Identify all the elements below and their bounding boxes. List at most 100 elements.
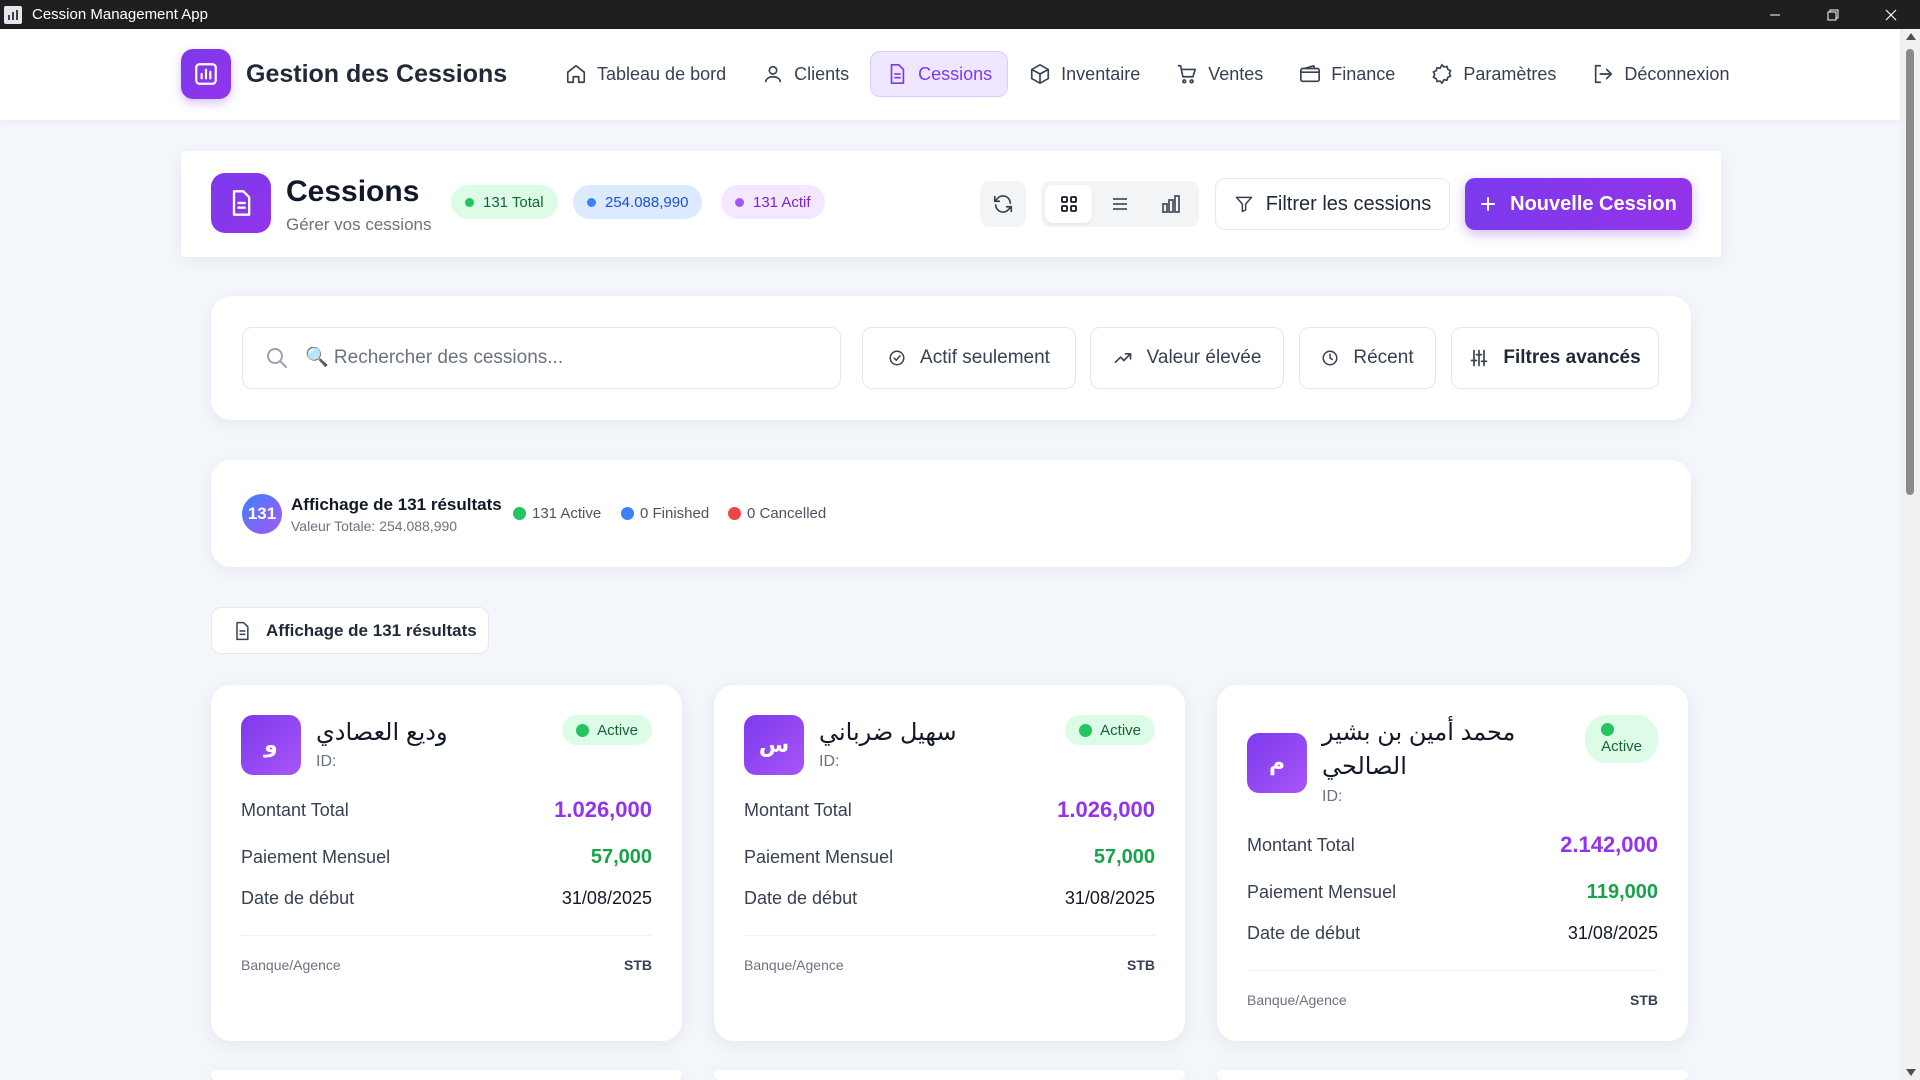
view-toggle-group (1041, 181, 1199, 227)
client-name-line2: الصالحي (1322, 753, 1407, 780)
active-badge: 131 Actif (721, 185, 825, 219)
nav-label: Ventes (1208, 63, 1264, 84)
bank-label: Banque/Agence (744, 957, 844, 973)
nav-item-clients[interactable]: Clients (747, 51, 864, 97)
window-title: Cession Management App (32, 6, 208, 23)
total-amount-value: 1.026,000 (554, 797, 652, 822)
monthly-payment-row: Paiement Mensuel 119,000 (1247, 881, 1658, 904)
nav-item-deconnexion[interactable]: Déconnexion (1577, 51, 1744, 97)
recent-filter[interactable]: Récent (1299, 327, 1436, 389)
total-amount-value: 2.142,000 (1560, 832, 1658, 857)
monthly-payment-label: Paiement Mensuel (1247, 882, 1397, 902)
nav-item-ventes[interactable]: Ventes (1161, 51, 1278, 97)
high-value-filter[interactable]: Valeur élevée (1090, 327, 1284, 389)
start-date-label: Date de début (1247, 923, 1361, 943)
nav-item-cessions[interactable]: Cessions (870, 51, 1009, 97)
search-input[interactable] (305, 347, 785, 369)
avatar: و (241, 715, 301, 775)
main-nav: Tableau de bord Clients Cessions Inventa… (550, 51, 1744, 97)
legend-active: 131 Active (513, 505, 601, 522)
scroll-down-arrow[interactable] (1906, 1069, 1916, 1076)
filter-label: Filtrer les cessions (1265, 192, 1432, 215)
start-date-label: Date de début (744, 888, 858, 908)
avatar: م (1247, 733, 1307, 793)
value-badge: 254.088,990 (573, 185, 703, 219)
nav-label: Cessions (918, 63, 993, 84)
plus-icon (1481, 197, 1496, 211)
list-view-button[interactable] (1096, 185, 1143, 223)
status-badge: Active (1065, 715, 1155, 745)
new-cession-label: Nouvelle Cession (1510, 192, 1677, 215)
clock-icon (1322, 350, 1338, 366)
nav-item-dashboard[interactable]: Tableau de bord (550, 51, 741, 97)
nav-label: Tableau de bord (597, 63, 727, 84)
divider (1247, 970, 1658, 971)
status-badge: Active (562, 715, 652, 745)
value-badge-label: 254.088,990 (605, 193, 689, 211)
advanced-filters-button[interactable]: Filtres avancés (1451, 327, 1659, 389)
filter-icon (1235, 196, 1252, 213)
nav-item-finance[interactable]: Finance (1284, 51, 1410, 97)
client-id: ID: (819, 753, 840, 770)
cession-card-peek[interactable] (1217, 1070, 1688, 1080)
legend-cancelled-label: 0 Cancelled (747, 505, 827, 522)
active-only-filter[interactable]: Actif seulement (862, 327, 1076, 389)
chart-bars-icon (181, 49, 231, 99)
nav-item-inventaire[interactable]: Inventaire (1014, 51, 1155, 97)
vertical-scrollbar[interactable] (1900, 29, 1920, 1080)
total-amount-label: Montant Total (1247, 834, 1355, 855)
bar-chart-icon (1162, 195, 1181, 213)
nav-item-parametres[interactable]: Paramètres (1416, 51, 1571, 97)
nav-label: Paramètres (1463, 63, 1557, 84)
document-icon (211, 173, 271, 233)
new-cession-button[interactable]: Nouvelle Cession (1465, 178, 1692, 230)
cession-card-peek[interactable] (714, 1070, 1185, 1080)
start-date-row: Date de début 31/08/2025 (1247, 923, 1658, 944)
monthly-payment-value: 119,000 (1586, 881, 1658, 903)
search-box[interactable] (242, 327, 841, 389)
bank-row: Banque/Agence STB (241, 957, 652, 973)
start-date-label: Date de début (241, 888, 355, 908)
total-amount-label: Montant Total (241, 799, 349, 820)
status-dot (465, 197, 474, 207)
trending-up-icon (1114, 353, 1131, 363)
status-dot (1601, 723, 1615, 736)
wallet-icon (1300, 64, 1321, 83)
refresh-icon (993, 195, 1013, 213)
scroll-up-arrow[interactable] (1906, 33, 1916, 40)
close-button[interactable] (1862, 0, 1920, 29)
grid-view-button[interactable] (1045, 185, 1093, 223)
filter-cessions-button[interactable]: Filtrer les cessions (1215, 178, 1450, 230)
cession-card-peek[interactable] (211, 1070, 682, 1080)
status-dot (735, 197, 744, 207)
divider (241, 935, 652, 936)
total-badge-label: 131 Total (483, 193, 544, 211)
minimize-button[interactable] (1746, 0, 1804, 29)
client-name: سهيل ضرباني (819, 719, 957, 746)
results-total-value: Valeur Totale: 254.088,990 (291, 518, 458, 534)
results-count-chip: Affichage de 131 résultats (211, 607, 489, 654)
bank-value: STB (1630, 992, 1658, 1008)
scroll-thumb[interactable] (1906, 49, 1914, 495)
chart-view-button[interactable] (1148, 185, 1195, 223)
top-navigation: Gestion des Cessions Tableau de bord Cli… (0, 29, 1900, 120)
cart-icon (1178, 64, 1197, 84)
refresh-button[interactable] (980, 181, 1026, 227)
brand-title: Gestion des Cessions (246, 60, 508, 88)
status-label: Active (597, 721, 638, 739)
results-chip-label: Affichage de 131 résultats (266, 620, 477, 640)
bank-value: STB (1127, 957, 1155, 973)
cession-card[interactable]: س سهيل ضرباني ID: Active Montant Total 1… (714, 685, 1185, 1041)
monthly-payment-label: Paiement Mensuel (744, 847, 894, 867)
grid-icon (1060, 196, 1077, 212)
cession-card[interactable]: م محمد أمين بن بشير الصالحي ID: Active M… (1217, 685, 1688, 1041)
client-name: وديع العصادي (316, 719, 448, 746)
status-badge: Active (1585, 715, 1658, 763)
total-amount-row: Montant Total 1.026,000 (744, 797, 1155, 823)
cession-card[interactable]: و وديع العصادي ID: Active Montant Total … (211, 685, 682, 1041)
search-panel: Actif seulement Valeur élevée Récent Fil… (211, 296, 1691, 420)
restore-button[interactable] (1804, 0, 1862, 29)
results-count-badge: 131 (242, 494, 282, 534)
legend-finished-label: 0 Finished (640, 505, 710, 522)
bank-label: Banque/Agence (1247, 992, 1347, 1008)
